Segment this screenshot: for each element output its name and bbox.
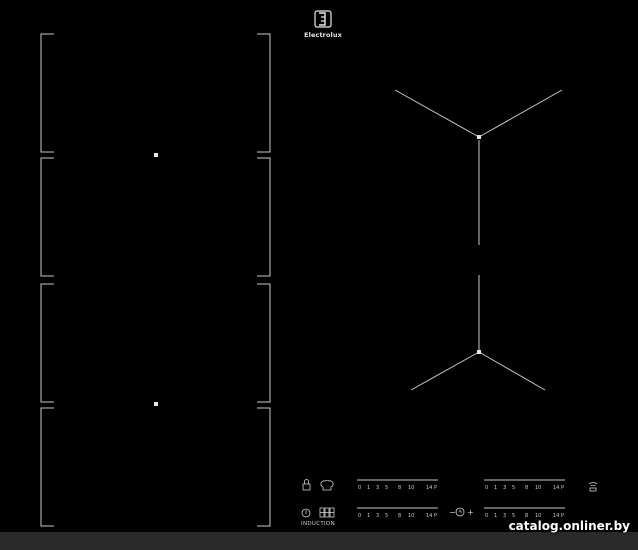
wifi-icon[interactable]	[588, 482, 598, 492]
slider-scale-label: 10	[408, 513, 414, 519]
slider-scale-label: 14	[426, 485, 432, 491]
slider-scale-label: P	[561, 485, 564, 491]
slider-top-right[interactable]: 0 1 3 5 8 10 14 P	[484, 479, 565, 491]
slider-scale-label: 1	[494, 513, 497, 519]
zone-center-dot-right-lower	[477, 350, 481, 354]
induction-hob: 0 1 3 5 8 10 14 P 0 1 3 5 8 10 14 P 0 1 3 5 8 10 14 P 0 1 3 5 8 10…	[0, 0, 638, 550]
slider-scale-label: 0	[358, 485, 361, 491]
power-icon[interactable]	[301, 508, 311, 518]
display-icon	[319, 507, 335, 518]
timer-icon[interactable]	[455, 507, 465, 517]
slider-scale-label: 3	[376, 513, 379, 519]
slider-scale-label: 8	[398, 513, 401, 519]
slider-scale-label: P	[434, 485, 437, 491]
zone-bracket-right-3	[257, 283, 271, 403]
slider-scale-label: 1	[367, 513, 370, 519]
zone-bracket-right-4	[257, 407, 271, 527]
slider-scale-label: 10	[535, 485, 541, 491]
slider-scale-label: 3	[503, 485, 506, 491]
slider-scale-label: 3	[503, 513, 506, 519]
timer-minus-button[interactable]: −	[449, 508, 456, 517]
zone-center-dot-upper	[154, 153, 158, 157]
slider-scale-label: 0	[485, 485, 488, 491]
zone-bracket-left-4	[40, 407, 54, 527]
right-lower-zone	[410, 275, 546, 391]
slider-bottom-left[interactable]: 0 1 3 5 8 10 14 P	[357, 507, 438, 519]
slider-scale-label: P	[434, 513, 437, 519]
electrolux-logo-icon	[314, 10, 332, 28]
right-upper-zone	[394, 89, 563, 245]
zone-center-dot-right-upper	[477, 135, 481, 139]
left-flex-zone	[40, 33, 271, 527]
hob-bottom-edge	[0, 532, 638, 550]
slider-scale-label: 14	[553, 485, 559, 491]
watermark: catalog.onliner.by	[508, 519, 630, 533]
zone-center-dot-lower	[154, 402, 158, 406]
slider-scale-label: 0	[485, 513, 488, 519]
hob-surface-graphics: 0 1 3 5 8 10 14 P 0 1 3 5 8 10 14 P 0 1 3 5 8 10 14 P 0 1 3 5 8 10…	[40, 10, 598, 527]
slider-scale-label: 1	[494, 485, 497, 491]
slider-scale-label: 1	[367, 485, 370, 491]
slider-scale-label: 10	[408, 485, 414, 491]
slider-scale-label: 5	[385, 485, 388, 491]
slider-scale-label: 0	[358, 513, 361, 519]
slider-scale-label: 3	[376, 485, 379, 491]
lock-icon[interactable]	[302, 479, 311, 491]
zone-bracket-left-2	[40, 157, 54, 277]
slider-scale-label: 14	[426, 513, 432, 519]
brand-name: Electrolux	[304, 31, 342, 39]
zone-bracket-right-2	[257, 157, 271, 277]
slider-scale-label: 8	[525, 485, 528, 491]
slider-scale-label: 8	[398, 485, 401, 491]
zone-bracket-right-1	[257, 33, 271, 153]
zone-bracket-left-3	[40, 283, 54, 403]
slider-bottom-right[interactable]: 0 1 3 5 8 10 14 P	[484, 507, 565, 519]
zone-bracket-left-1	[40, 33, 54, 153]
slider-scale-label: 5	[512, 485, 515, 491]
chef-hat-icon[interactable]	[320, 479, 334, 491]
slider-top-left[interactable]: 0 1 3 5 8 10 14 P	[357, 479, 438, 491]
slider-scale-label: 5	[385, 513, 388, 519]
timer-plus-button[interactable]: +	[467, 508, 474, 517]
induction-label: INDUCTION	[301, 521, 335, 527]
